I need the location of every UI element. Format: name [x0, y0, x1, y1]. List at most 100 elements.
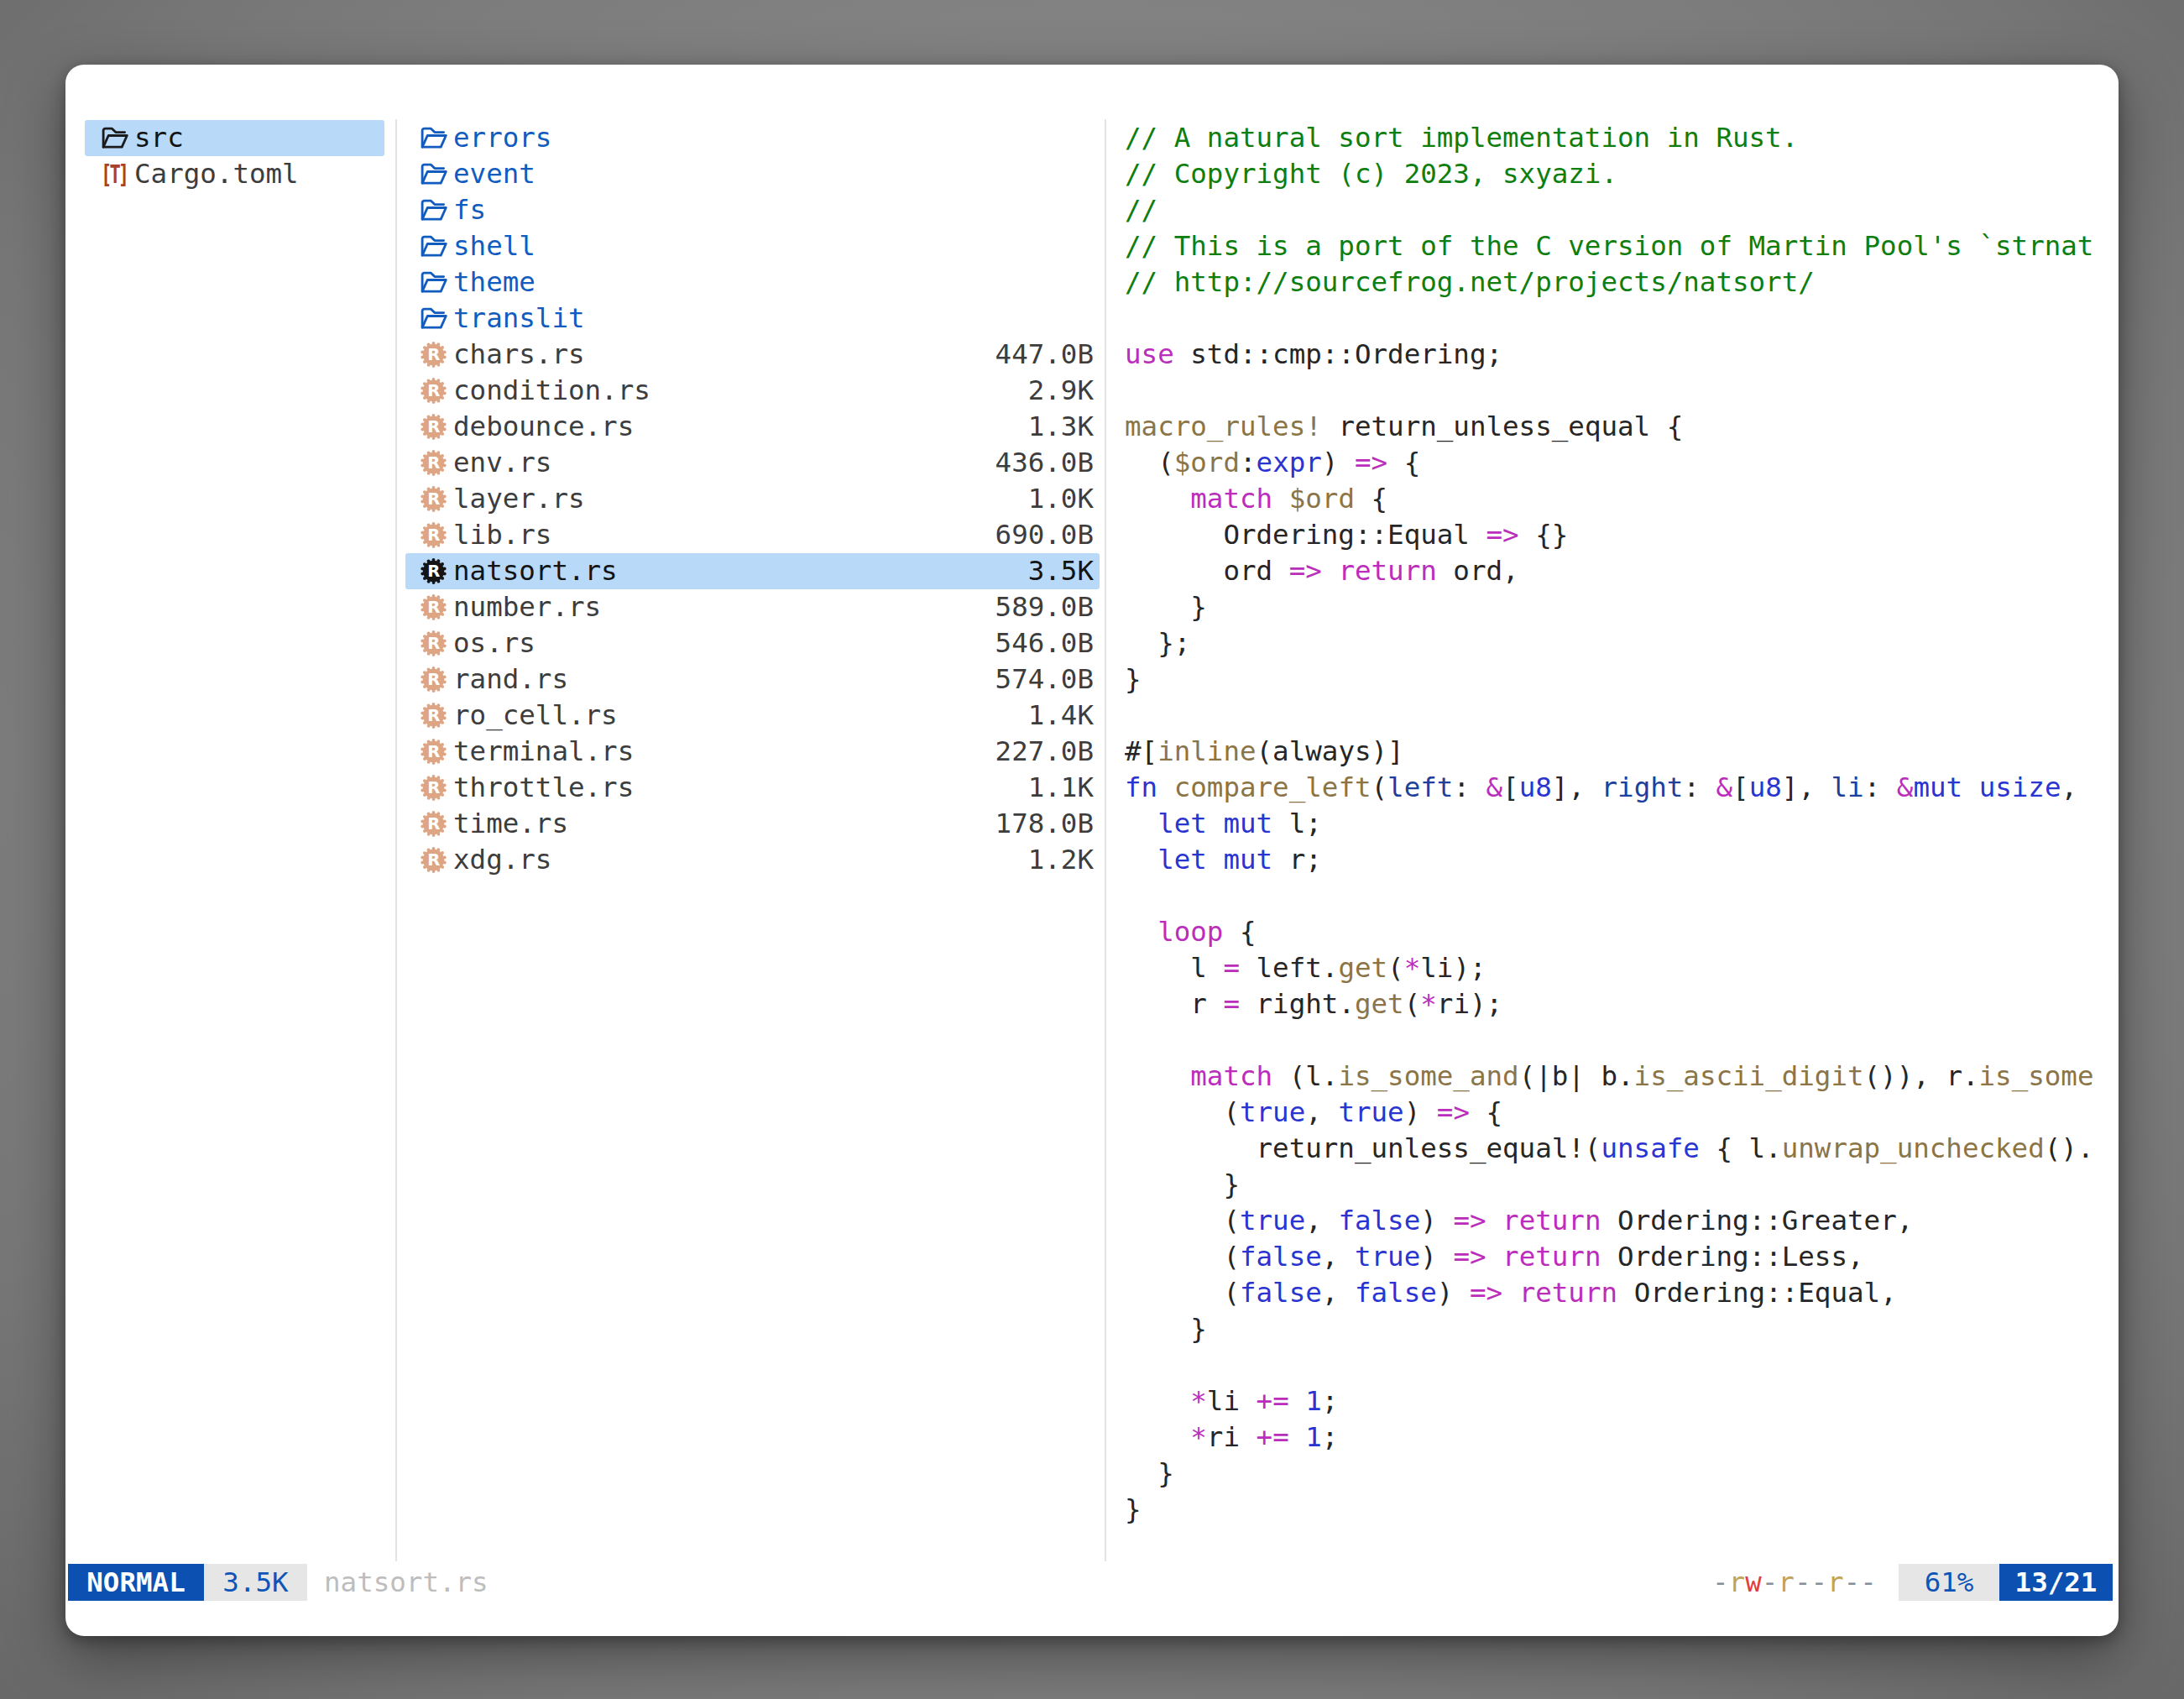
- code-line: fn compare_left(left: &[u8], right: &[u8…: [1125, 770, 2115, 806]
- item-size: 1.3K: [1028, 409, 1094, 445]
- dir-item-fs[interactable]: fs: [405, 192, 1100, 228]
- code-line: ($ord:expr) => {: [1125, 445, 2115, 481]
- parent-directory-pane: src[T]Cargo.toml: [85, 120, 384, 192]
- file-item-xdg.rs[interactable]: Rxdg.rs1.2K: [405, 842, 1100, 878]
- status-bar: NORMAL 3.5K natsort.rs -rw-r--r-- 61% 13…: [65, 1564, 2119, 1601]
- code-line: Ordering::Equal => {}: [1125, 517, 2115, 553]
- item-name: natsort.rs: [453, 553, 618, 589]
- cursor-position-chip: 13/21: [1999, 1564, 2113, 1601]
- code-line: macro_rules! return_unless_equal {: [1125, 409, 2115, 445]
- code-line: }: [1125, 589, 2115, 625]
- dir-item-errors[interactable]: errors: [405, 120, 1100, 156]
- folder-open-icon: [420, 120, 453, 156]
- code-line: //: [1125, 192, 2115, 228]
- file-item-time.rs[interactable]: Rtime.rs178.0B: [405, 806, 1100, 842]
- file-item-debounce.rs[interactable]: Rdebounce.rs 1.3K: [405, 409, 1100, 445]
- file-item-chars.rs[interactable]: Rchars.rs447.0B: [405, 337, 1100, 373]
- file-item-rand.rs[interactable]: Rrand.rs574.0B: [405, 661, 1100, 698]
- code-line: return_unless_equal!(unsafe { l.unwrap_u…: [1125, 1131, 2115, 1167]
- svg-text:R: R: [427, 417, 440, 437]
- code-line: r = right.get(*ri);: [1125, 986, 2115, 1022]
- rust-file-icon: R: [420, 770, 453, 806]
- dir-item-translit[interactable]: translit: [405, 301, 1100, 337]
- code-line: [1125, 1022, 2115, 1059]
- file-item-terminal.rs[interactable]: Rterminal.rs 227.0B: [405, 734, 1100, 770]
- folder-open-icon: [420, 156, 453, 192]
- file-item-condition.rs[interactable]: Rcondition.rs2.9K: [405, 373, 1100, 409]
- file-item-number.rs[interactable]: Rnumber.rs 589.0B: [405, 589, 1100, 625]
- svg-text:R: R: [427, 345, 440, 364]
- item-name: lib.rs: [453, 517, 551, 553]
- toml-file-icon: [T]: [101, 156, 134, 192]
- code-line: [1125, 1347, 2115, 1383]
- folder-open-icon: [420, 301, 453, 337]
- code-line: match (l.is_some_and(|b| b.is_ascii_digi…: [1125, 1059, 2115, 1095]
- code-line: // Copyright (c) 2023, sxyazi.: [1125, 156, 2115, 192]
- code-line: match $ord {: [1125, 481, 2115, 517]
- code-line: (true, true) => {: [1125, 1095, 2115, 1131]
- dir-item-shell[interactable]: shell: [405, 228, 1100, 264]
- rust-file-icon: R: [420, 806, 453, 842]
- svg-text:R: R: [427, 453, 440, 473]
- svg-text:R: R: [427, 525, 440, 545]
- item-name: time.rs: [453, 806, 568, 842]
- code-line: ord => return ord,: [1125, 553, 2115, 589]
- item-name: errors: [453, 120, 551, 156]
- svg-text:R: R: [427, 381, 440, 400]
- item-name: env.rs: [453, 445, 551, 481]
- item-name: number.rs: [453, 589, 601, 625]
- svg-text:R: R: [427, 598, 440, 617]
- rust-file-icon: R: [420, 517, 453, 553]
- svg-text:R: R: [427, 814, 440, 834]
- rust-file-icon: R: [420, 734, 453, 770]
- item-size: 574.0B: [995, 661, 1094, 698]
- file-item-throttle.rs[interactable]: Rthrottle.rs1.1K: [405, 770, 1100, 806]
- item-name: event: [453, 156, 536, 192]
- svg-text:R: R: [427, 778, 440, 797]
- svg-text:R: R: [427, 562, 440, 581]
- rust-file-icon: R: [420, 625, 453, 661]
- rust-file-icon: R: [420, 445, 453, 481]
- dir-item-src[interactable]: src: [85, 120, 384, 156]
- code-line: let mut r;: [1125, 842, 2115, 878]
- rust-file-icon: R: [420, 373, 453, 409]
- file-item-layer.rs[interactable]: Rlayer.rs1.0K: [405, 481, 1100, 517]
- dir-item-theme[interactable]: theme: [405, 264, 1100, 301]
- code-line: [1125, 373, 2115, 409]
- item-size: 690.0B: [995, 517, 1094, 553]
- svg-text:R: R: [427, 489, 440, 509]
- item-name: debounce.rs: [453, 409, 634, 445]
- item-size: 589.0B: [995, 589, 1094, 625]
- item-name: terminal.rs: [453, 734, 634, 770]
- svg-text:R: R: [427, 670, 440, 689]
- item-name: ro_cell.rs: [453, 698, 618, 734]
- code-line: [1125, 698, 2115, 734]
- code-line: [1125, 878, 2115, 914]
- item-size: 1.4K: [1028, 698, 1094, 734]
- file-preview-pane: // A natural sort implementation in Rust…: [1125, 120, 2115, 1528]
- item-size: 546.0B: [995, 625, 1094, 661]
- item-size: 227.0B: [995, 734, 1094, 770]
- item-name: xdg.rs: [453, 842, 551, 878]
- rust-file-icon: R: [420, 661, 453, 698]
- item-name: shell: [453, 228, 536, 264]
- yazi-file-manager-window: src[T]Cargo.toml errorseventfsshelltheme…: [65, 65, 2119, 1636]
- status-filename: natsort.rs: [324, 1564, 489, 1601]
- item-name: chars.rs: [453, 337, 585, 373]
- file-item-env.rs[interactable]: Renv.rs436.0B: [405, 445, 1100, 481]
- file-item-lib.rs[interactable]: Rlib.rs 690.0B: [405, 517, 1100, 553]
- code-line: // http://sourcefrog.net/projects/natsor…: [1125, 264, 2115, 301]
- rust-file-icon: R: [420, 698, 453, 734]
- dir-item-event[interactable]: event: [405, 156, 1100, 192]
- pane-separator-right: [1105, 119, 1106, 1561]
- file-item-natsort.rs[interactable]: Rnatsort.rs3.5K: [405, 553, 1100, 589]
- rust-file-icon: R: [420, 481, 453, 517]
- file-item-Cargo.toml[interactable]: [T]Cargo.toml: [85, 156, 384, 192]
- code-line: // A natural sort implementation in Rust…: [1125, 120, 2115, 156]
- item-name: Cargo.toml: [134, 156, 299, 192]
- file-item-ro_cell.rs[interactable]: Rro_cell.rs 1.4K: [405, 698, 1100, 734]
- svg-text:R: R: [427, 634, 440, 653]
- folder-open-icon: [101, 120, 134, 156]
- svg-text:R: R: [427, 742, 440, 761]
- file-item-os.rs[interactable]: Ros.rs546.0B: [405, 625, 1100, 661]
